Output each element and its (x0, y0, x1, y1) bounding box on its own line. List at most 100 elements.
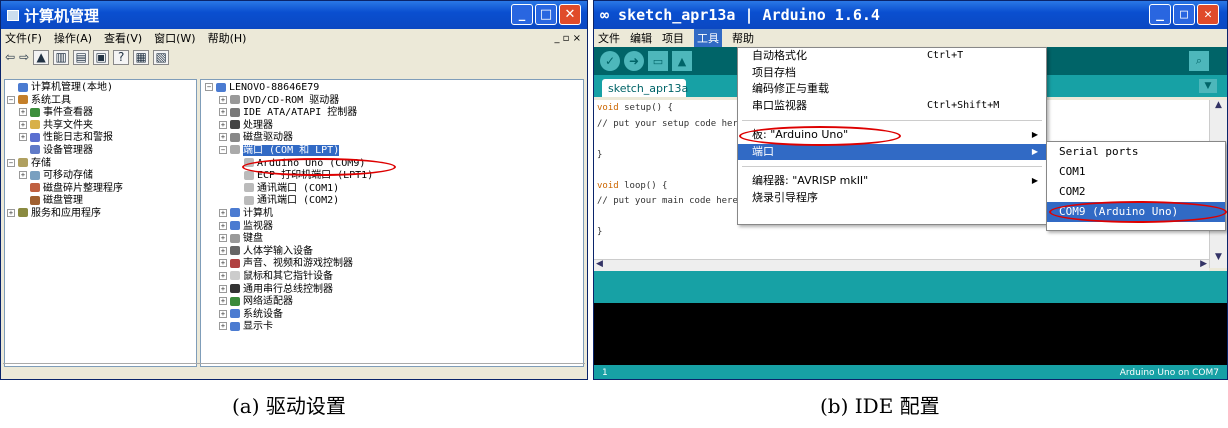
tools-menu-item[interactable]: 自动格式化 Ctrl+T (738, 48, 1046, 65)
menu-item[interactable]: 帮助(H) (208, 30, 247, 46)
tree-node[interactable]: 通讯端口 (COM1) (205, 183, 579, 196)
tree-node[interactable]: + 性能日志和警报 (7, 132, 194, 145)
tree-node[interactable]: + 计算机 (205, 208, 579, 221)
tab-sketch[interactable]: sketch_apr13a (602, 79, 688, 97)
expand-icon[interactable]: + (219, 95, 227, 104)
expand-icon[interactable]: + (219, 108, 227, 117)
expand-icon[interactable]: + (19, 133, 27, 142)
up-icon[interactable]: ▲ (33, 49, 50, 65)
tree-node[interactable]: 磁盘管理 (7, 195, 194, 208)
menu-item[interactable]: 项目 (662, 30, 684, 46)
expand-icon[interactable]: + (19, 120, 27, 129)
port-menu-item[interactable]: COM9 (Arduino Uno) (1047, 202, 1225, 222)
expand-icon[interactable]: + (219, 234, 227, 243)
tools-menu-item[interactable]: 串口监视器 Ctrl+Shift+M (738, 98, 1046, 115)
collapse-icon[interactable]: − (7, 95, 15, 104)
expand-icon[interactable]: + (219, 259, 227, 268)
expand-icon[interactable]: + (219, 133, 227, 142)
menu-item[interactable]: 文件(F) (5, 30, 42, 46)
verify-icon[interactable]: ✓ (600, 51, 620, 71)
print-icon[interactable]: ▣ (93, 49, 110, 65)
expand-icon[interactable]: + (19, 171, 27, 180)
tree-node[interactable]: − 端口 (COM 和 LPT) (205, 144, 579, 158)
tree-node[interactable]: + 监视器 (205, 221, 579, 234)
expand-icon[interactable]: + (219, 322, 227, 331)
maximize-button[interactable]: □ (1173, 4, 1195, 25)
horizontal-scrollbar[interactable]: ◀ ▶ (594, 259, 1209, 271)
expand-icon[interactable]: + (219, 120, 227, 129)
collapse-icon[interactable]: − (205, 83, 213, 91)
scroll-right-icon[interactable]: ▶ (1200, 259, 1207, 269)
tools-menu-item[interactable]: 编程器: "AVRISP mkII" ▶ (738, 173, 1046, 190)
open-icon[interactable]: ▲ (672, 51, 692, 71)
tree-node[interactable]: + 事件查看器 (7, 107, 194, 120)
tree-node[interactable]: + 处理器 (205, 120, 579, 133)
tab-menu-icon[interactable]: ▼ (1199, 79, 1217, 93)
expand-icon[interactable]: + (219, 284, 227, 293)
expand-icon[interactable]: + (219, 297, 227, 306)
view-icon[interactable]: ▦ (133, 49, 150, 65)
menu-item[interactable]: 文件 (598, 30, 620, 46)
tree-node[interactable]: 通讯端口 (COM2) (205, 195, 579, 208)
tree-node[interactable]: + 网络适配器 (205, 296, 579, 309)
menu-item[interactable]: 工具 (694, 29, 722, 47)
collapse-icon[interactable]: − (7, 158, 15, 167)
tools-menu-item[interactable]: 端口 ▶ (738, 143, 1046, 160)
tree-node[interactable]: + IDE ATA/ATAPI 控制器 (205, 107, 579, 120)
tools-menu-item[interactable]: 烧录引导程序 (738, 190, 1046, 207)
expand-icon[interactable]: + (219, 208, 227, 217)
tree-node[interactable]: ECP 打印机端口 (LPT1) (205, 170, 579, 183)
tree-node[interactable]: + 系统设备 (205, 309, 579, 322)
port-menu-item[interactable]: Serial ports (1047, 142, 1225, 162)
tree-node[interactable]: + 服务和应用程序 (7, 208, 194, 221)
tools-menu-item[interactable]: 项目存档 (738, 65, 1046, 82)
tree-node[interactable]: Arduino Uno (COM9) (205, 158, 579, 171)
forward-icon[interactable]: ⇨ (19, 50, 29, 64)
tools-menu-item[interactable]: 编码修正与重载 (738, 81, 1046, 98)
tree-node[interactable]: 设备管理器 (7, 145, 194, 158)
tree-node[interactable]: − 系统工具 (7, 95, 194, 108)
menu-item[interactable]: 编辑 (630, 30, 652, 46)
maximize-button[interactable]: □ (535, 4, 557, 25)
close-button[interactable]: ✕ (559, 4, 581, 25)
help-icon[interactable]: ? (113, 49, 130, 65)
port-menu-item[interactable]: COM2 (1047, 182, 1225, 202)
tree-node[interactable]: − 存储 (7, 158, 194, 171)
tree-node[interactable]: + 键盘 (205, 233, 579, 246)
expand-icon[interactable]: + (7, 208, 15, 217)
back-icon[interactable]: ⇦ (5, 50, 15, 64)
tree-node[interactable]: − LENOVO-88646E79 (205, 82, 579, 95)
scroll-up-icon[interactable]: ▲ (1210, 100, 1227, 116)
menu-item[interactable]: 帮助 (732, 30, 754, 46)
port-menu-item[interactable]: COM1 (1047, 162, 1225, 182)
new-icon[interactable]: ▭ (648, 51, 668, 71)
tree-node[interactable]: + 共享文件夹 (7, 120, 194, 133)
scroll-left-icon[interactable]: ◀ (596, 259, 603, 269)
show-tree-icon[interactable]: ▥ (53, 49, 70, 65)
tree-node[interactable]: + DVD/CD-ROM 驱动器 (205, 95, 579, 108)
tree-node[interactable]: + 通用串行总线控制器 (205, 284, 579, 297)
tree-node[interactable]: + 人体学输入设备 (205, 246, 579, 259)
tree-node[interactable]: + 磁盘驱动器 (205, 132, 579, 145)
expand-icon[interactable]: + (219, 246, 227, 255)
scroll-down-icon[interactable]: ▼ (1210, 252, 1227, 268)
close-button[interactable]: ✕ (1197, 4, 1219, 25)
expand-icon[interactable]: + (219, 271, 227, 280)
expand-icon[interactable]: + (219, 221, 227, 230)
minimize-button[interactable]: _ (1149, 4, 1171, 25)
expand-icon[interactable]: + (219, 309, 227, 318)
menu-item[interactable]: 操作(A) (54, 30, 92, 46)
tools-menu-item[interactable]: 板: "Arduino Uno" ▶ (738, 127, 1046, 144)
serial-monitor-icon[interactable]: ⌕ (1189, 51, 1209, 71)
properties-icon[interactable]: ▤ (73, 49, 90, 65)
menu-item[interactable]: 窗口(W) (154, 30, 195, 46)
tree-node[interactable]: 磁盘碎片整理程序 (7, 183, 194, 196)
minimize-button[interactable]: _ (511, 4, 533, 25)
expand-icon[interactable]: + (19, 108, 27, 117)
upload-icon[interactable]: ➜ (624, 51, 644, 71)
mdi-controls[interactable]: _ ▫ × (554, 33, 581, 44)
tree-node[interactable]: + 鼠标和其它指针设备 (205, 271, 579, 284)
menu-item[interactable]: 查看(V) (104, 30, 142, 46)
tree-node[interactable]: + 可移动存储 (7, 170, 194, 183)
collapse-icon[interactable]: − (219, 145, 227, 154)
